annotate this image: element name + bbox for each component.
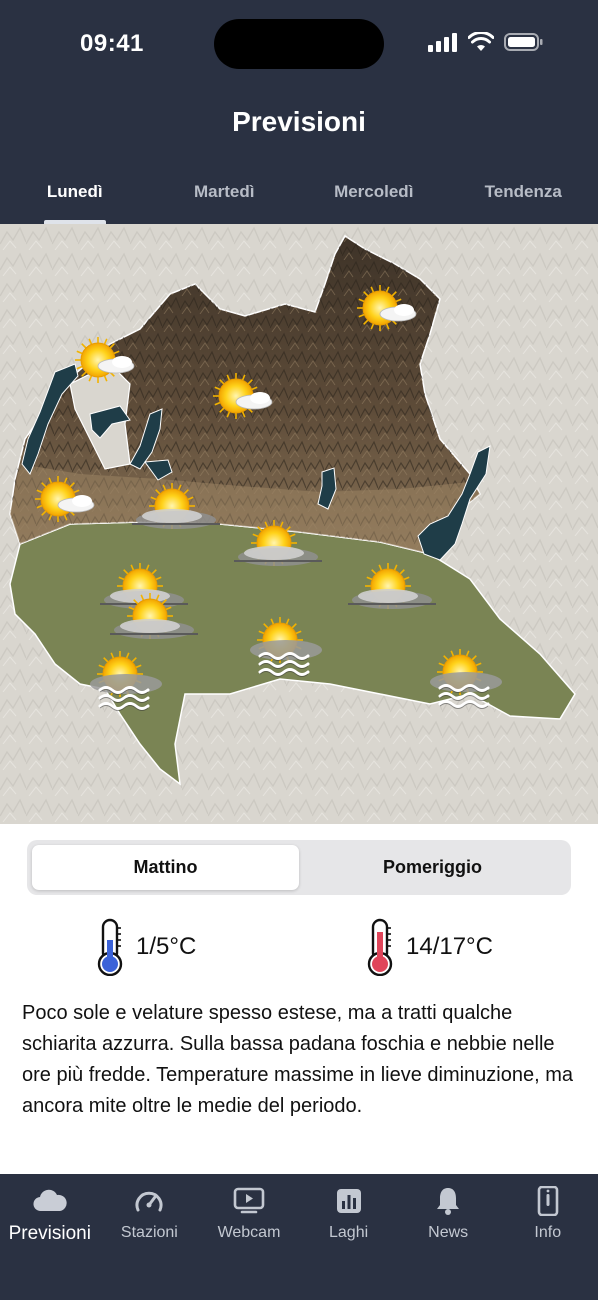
cloud-icon [33, 1189, 67, 1212]
tab-lunedi[interactable]: Lunedì [0, 172, 150, 224]
tabbar-label-webcam: Webcam [217, 1224, 281, 1241]
tabbar-label-stazioni: Stazioni [120, 1224, 178, 1241]
tabbar-label-news: News [428, 1224, 469, 1241]
temperature-min: 1/5°C [94, 918, 196, 976]
tabbar-info[interactable]: Info [498, 1174, 598, 1300]
bell-icon [437, 1188, 460, 1215]
page-title: Previsioni [232, 106, 366, 137]
day-tabs: Lunedì Martedì Mercoledì Tendenza [0, 172, 598, 224]
forecast-description: Poco sole e velature spesso estese, ma a… [22, 1002, 574, 1117]
tabbar-previsioni[interactable]: Previsioni [0, 1174, 100, 1300]
chart-icon [336, 1189, 361, 1213]
temperature-min-value: 1/5°C [136, 933, 197, 960]
signal-icon [428, 33, 457, 52]
segment-mattino[interactable]: Mattino [32, 845, 299, 890]
tv-icon [233, 1187, 265, 1214]
tabbar-news[interactable]: News [398, 1174, 498, 1300]
header: 09:41 Previsioni Lunedì Martedì Mercoled… [0, 0, 598, 224]
tabbar-label-previsioni: Previsioni [8, 1223, 91, 1244]
tab-mercoledi[interactable]: Mercoledì [299, 172, 449, 224]
forecast-map[interactable] [0, 224, 598, 824]
tab-tendenza[interactable]: Tendenza [449, 172, 598, 224]
tabbar-webcam[interactable]: Webcam [199, 1174, 299, 1300]
dynamic-island [214, 19, 384, 69]
time-of-day-segment: Mattino Pomeriggio [27, 840, 571, 895]
wifi-icon [468, 32, 494, 51]
temperatures: 1/5°C 14/17°C [0, 918, 598, 982]
tab-martedi[interactable]: Martedì [150, 172, 300, 224]
tabbar-laghi[interactable]: Laghi [299, 1174, 399, 1300]
tabbar-label-info: Info [534, 1224, 562, 1241]
thermometer-cold-icon [97, 918, 123, 976]
temperature-max-value: 14/17°C [406, 933, 493, 960]
gauge-icon [135, 1191, 163, 1212]
bottom-tab-bar: Previsioni Stazioni Webcam Laghi News In… [0, 1174, 598, 1300]
thermometer-warm-icon [367, 918, 393, 976]
phone-icon [537, 1186, 559, 1216]
temperature-max: 14/17°C [364, 918, 493, 976]
segment-pomeriggio[interactable]: Pomeriggio [299, 845, 566, 890]
status-icons [428, 32, 544, 52]
tabbar-stazioni[interactable]: Stazioni [100, 1174, 200, 1300]
tabbar-label-laghi: Laghi [329, 1224, 369, 1241]
status-time: 09:41 [80, 30, 144, 57]
battery-icon [504, 33, 543, 51]
